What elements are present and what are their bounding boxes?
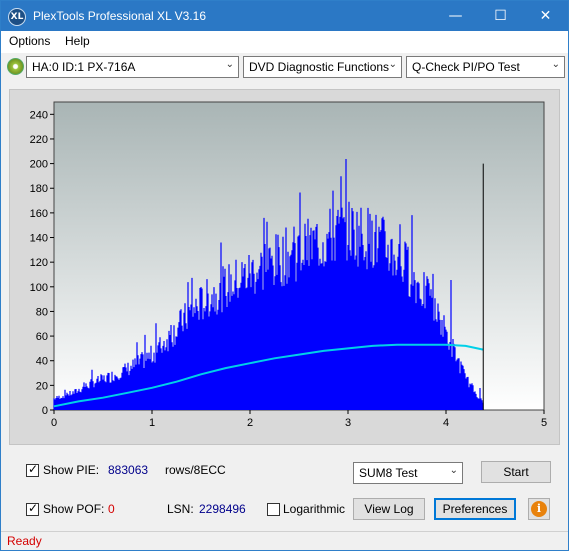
- maximize-button[interactable]: ☐: [478, 1, 523, 31]
- window-title: PlexTools Professional XL V3.16: [33, 9, 206, 23]
- y-tick-label: 0: [42, 405, 48, 417]
- info-icon: i: [531, 501, 547, 517]
- drive-select-value: HA:0 ID:1 PX-716A: [32, 60, 136, 74]
- chevron-down-icon: ⌄: [388, 59, 397, 70]
- checkmark-icon: ✓: [28, 501, 39, 515]
- app-window: XL PlexTools Professional XL V3.16 — ☐ ✕…: [0, 0, 569, 551]
- show-pie-checkbox[interactable]: ✓: [26, 462, 39, 477]
- x-tick-label: 2: [247, 417, 253, 429]
- show-pof-label: Show POF:: [43, 502, 105, 516]
- pof-value: 0: [108, 502, 115, 516]
- test-select[interactable]: Q-Check PI/PO Test ⌄: [406, 56, 565, 78]
- y-tick-label: 80: [36, 306, 48, 318]
- x-tick-label: 3: [345, 417, 351, 429]
- status-text: Ready: [7, 534, 42, 548]
- app-logo-icon: XL: [8, 8, 26, 26]
- chart-panel: 0 1 2 3 4 5 0 20 40 60 80 100 120 140 160 180 200 220 240: [9, 89, 560, 445]
- pie-value: 883063: [108, 463, 149, 477]
- preferences-button[interactable]: Preferences: [434, 498, 516, 520]
- y-tick-label: 20: [36, 380, 48, 392]
- title-bar[interactable]: XL PlexTools Professional XL V3.16 — ☐ ✕: [1, 1, 568, 31]
- chevron-down-icon: ⌄: [551, 59, 560, 70]
- menu-bar: Options Help: [1, 31, 568, 53]
- lsn-value: 2298496: [199, 502, 246, 516]
- y-tick-label: 180: [30, 183, 48, 195]
- x-tick-label: 4: [443, 417, 449, 429]
- test-mode-select[interactable]: SUM8 Test ⌄: [353, 462, 463, 484]
- y-tick-label: 60: [36, 331, 48, 343]
- x-tick-label: 0: [51, 417, 57, 429]
- start-button[interactable]: Start: [481, 461, 551, 483]
- function-select[interactable]: DVD Diagnostic Functions ⌄: [243, 56, 402, 78]
- minimize-button[interactable]: —: [433, 1, 478, 31]
- y-tick-label: 200: [30, 159, 48, 171]
- show-pof-checkbox[interactable]: ✓: [26, 501, 39, 516]
- toolbar: HA:0 ID:1 PX-716A ⌄ DVD Diagnostic Funct…: [1, 53, 568, 81]
- checkmark-icon: ✓: [28, 462, 39, 476]
- menu-options[interactable]: Options: [9, 34, 50, 48]
- y-tick-label: 120: [30, 257, 48, 269]
- y-tick-label: 100: [30, 282, 48, 294]
- x-tick-label: 1: [149, 417, 155, 429]
- show-pie-label: Show PIE:: [43, 463, 100, 477]
- function-select-value: DVD Diagnostic Functions: [249, 60, 390, 74]
- view-log-button[interactable]: View Log: [353, 498, 425, 520]
- test-mode-value: SUM8 Test: [359, 466, 418, 480]
- logarithmic-label: Logarithmic: [283, 502, 346, 516]
- y-tick-label: 240: [30, 109, 48, 121]
- y-axis-ticks: 0 20 40 60 80 100 120 140 160 180 200 220 240: [30, 109, 54, 417]
- logarithmic-checkbox[interactable]: [267, 503, 280, 516]
- y-tick-label: 220: [30, 134, 48, 146]
- y-tick-label: 160: [30, 208, 48, 220]
- y-tick-label: 40: [36, 356, 48, 368]
- test-select-value: Q-Check PI/PO Test: [412, 60, 520, 74]
- x-axis-ticks: 0 1 2 3 4 5: [51, 410, 547, 429]
- info-button[interactable]: i: [528, 498, 550, 520]
- chevron-down-icon: ⌄: [449, 465, 458, 476]
- control-panel: ✓ Show PIE: 883063 rows/8ECC ✓ Show POF:…: [9, 453, 560, 525]
- lsn-label: LSN:: [167, 502, 194, 516]
- status-bar: Ready: [1, 531, 568, 550]
- pi-po-chart: 0 1 2 3 4 5 0 20 40 60 80 100 120 140 160 180 200 220 240: [30, 101, 547, 429]
- chevron-down-icon: ⌄: [225, 59, 234, 70]
- pie-unit: rows/8ECC: [165, 463, 226, 477]
- disc-drive-icon: [7, 58, 24, 75]
- menu-help[interactable]: Help: [65, 34, 90, 48]
- x-tick-label: 5: [541, 417, 547, 429]
- close-button[interactable]: ✕: [523, 1, 568, 31]
- y-tick-label: 140: [30, 233, 48, 245]
- drive-select[interactable]: HA:0 ID:1 PX-716A ⌄: [26, 56, 239, 78]
